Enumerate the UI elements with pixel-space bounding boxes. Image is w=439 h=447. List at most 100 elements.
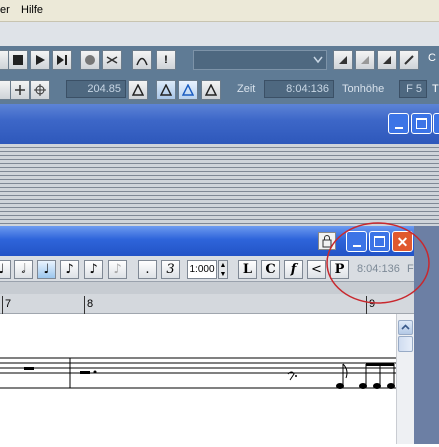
minimize-icon <box>352 244 361 247</box>
tempo-button-1[interactable] <box>128 80 148 100</box>
tool-c-button[interactable]: C <box>261 260 280 279</box>
menu-item-help[interactable]: Hilfe <box>21 4 43 16</box>
maximize-icon <box>416 118 427 129</box>
stop-icon <box>13 55 23 65</box>
toolbar-right-label-t: T <box>432 83 439 95</box>
position-field[interactable]: 204.85 <box>66 80 126 98</box>
arrow-icon <box>361 56 369 64</box>
pitch-field[interactable]: F 5 <box>399 80 427 98</box>
lock-icon <box>322 235 332 248</box>
tool-crescendo-button[interactable]: < <box>307 260 326 279</box>
edit-tool-2[interactable] <box>355 50 375 70</box>
lock-button[interactable] <box>318 232 336 250</box>
bar-ruler[interactable]: 7 8 9 <box>0 282 420 314</box>
ruler-tick <box>84 296 85 314</box>
staff-notation <box>0 357 396 389</box>
pen-icon <box>404 55 414 65</box>
transport-dropdown[interactable] <box>193 50 327 70</box>
score-toolbar: ♩ 𝅗𝅥 ♩ ♪ ♪ ♪ . 3 1:000 ▲ ▼ L C f < P 8:04… <box>0 256 420 282</box>
skip-end-button[interactable] <box>52 50 72 70</box>
score-staff-area[interactable] <box>0 314 396 444</box>
triangle-icon <box>205 84 217 96</box>
tool-p-button[interactable]: P <box>330 260 349 279</box>
track-area-background <box>0 144 439 226</box>
crosshair-icon <box>34 84 46 96</box>
vertical-scrollbar[interactable] <box>396 314 414 444</box>
tool-c-label: C <box>265 262 276 277</box>
time-field[interactable]: 8:04:136 <box>264 80 334 98</box>
tempo-button-3[interactable] <box>178 80 198 100</box>
menu-bar: er Hilfe <box>0 0 439 22</box>
sixteenth-note-icon: ♪ <box>89 262 98 277</box>
scroll-thumb[interactable] <box>398 336 413 352</box>
sync-button[interactable] <box>102 50 122 70</box>
punch-button[interactable] <box>132 50 152 70</box>
toolbar-right-label-c: C <box>428 52 436 64</box>
half-note-icon: 𝅗𝅥 <box>21 262 26 277</box>
skip-end-icon <box>57 55 67 65</box>
tool-l-button[interactable]: L <box>238 260 257 279</box>
score-position-readout: 8:04:136 <box>357 263 400 275</box>
chevron-down-icon <box>313 56 323 64</box>
score-pitch-readout: F <box>407 263 414 275</box>
edit-tool-4[interactable] <box>399 50 419 70</box>
note-icon: ♩ <box>0 262 5 277</box>
shuffle-icon <box>106 56 118 64</box>
tool-p-label: P <box>334 262 345 277</box>
score-minimize-button[interactable] <box>346 231 367 252</box>
menu-item-partial[interactable]: er <box>0 4 10 16</box>
maximize-button[interactable] <box>411 113 432 134</box>
close-icon: ✕ <box>396 233 409 250</box>
tool-l-label: L <box>242 262 253 277</box>
note-half-button[interactable]: 𝅗𝅥 <box>14 260 33 279</box>
dot-label: . <box>145 262 150 277</box>
move-button[interactable] <box>10 80 30 100</box>
score-window-titlebar: ✕ <box>0 226 420 256</box>
crosshair-button[interactable] <box>30 80 50 100</box>
exclamation-icon: ! <box>164 54 168 66</box>
tool-crescendo-label: < <box>311 262 322 277</box>
window-titlebar <box>0 104 439 144</box>
score-close-button[interactable]: ✕ <box>392 231 413 252</box>
quantize-field[interactable]: 1:000 <box>187 260 217 279</box>
transport-row-2: 204.85 Zeit 8:04:136 Tonhöhe F 5 T <box>0 72 439 104</box>
play-icon <box>36 55 45 65</box>
edit-tool-3[interactable] <box>377 50 397 70</box>
triangle-icon <box>132 84 144 96</box>
scroll-up-button[interactable] <box>398 320 413 335</box>
edit-tool-1[interactable] <box>333 50 353 70</box>
maximize-icon <box>374 236 385 247</box>
arrow-icon <box>339 56 347 64</box>
note-whole-button[interactable]: ♩ <box>0 260 11 279</box>
quarter-note-icon: ♩ <box>43 262 50 277</box>
eighth-note-icon: ♪ <box>65 262 74 277</box>
transport-toolbar: ! C <box>0 46 439 72</box>
tempo-button-2[interactable] <box>156 80 176 100</box>
spin-up-icon: ▲ <box>219 262 227 269</box>
note-eighth-button[interactable]: ♪ <box>60 260 79 279</box>
tempo-button-4[interactable] <box>201 80 221 100</box>
play-button[interactable] <box>30 50 50 70</box>
quantize-stepper[interactable]: ▲ ▼ <box>218 260 228 279</box>
ruler-mark: 7 <box>5 298 12 310</box>
move-icon <box>15 85 25 95</box>
ruler-mark: 8 <box>87 298 94 310</box>
dot-button[interactable]: . <box>138 260 157 279</box>
note-quarter-button[interactable]: ♩ <box>37 260 56 279</box>
circle-icon <box>85 55 95 65</box>
pitch-label: Tonhöhe <box>342 83 385 95</box>
stop-button[interactable] <box>8 50 28 70</box>
minimize-button[interactable] <box>388 113 409 134</box>
tuplet-button[interactable]: 3 <box>161 260 180 279</box>
close-button-partial[interactable] <box>433 113 439 134</box>
chevron-up-icon <box>401 324 410 330</box>
triangle-icon <box>182 84 194 96</box>
alert-button[interactable]: ! <box>156 50 176 70</box>
note-32nd-button[interactable]: ♪ <box>108 260 127 279</box>
score-maximize-button[interactable] <box>369 231 390 252</box>
tool-f-button[interactable]: f <box>284 260 303 279</box>
metronome-button[interactable] <box>80 50 100 70</box>
note-sixteenth-button[interactable]: ♪ <box>84 260 103 279</box>
tool-f-label: f <box>290 262 297 277</box>
arc-icon <box>136 57 148 66</box>
